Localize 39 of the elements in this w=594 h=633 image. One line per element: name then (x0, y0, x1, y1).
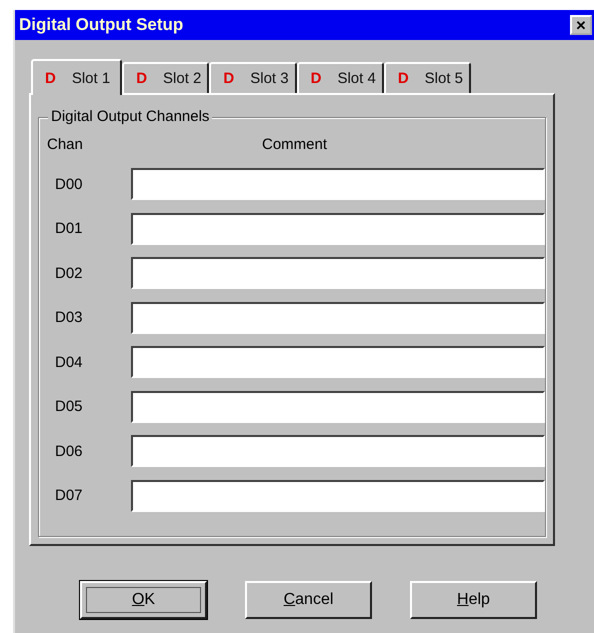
tab-label: Slot 3 (250, 70, 289, 87)
tab[interactable]: D Slot 3 (209, 62, 297, 93)
tab-label: Slot 2 (163, 70, 202, 87)
tab-label: Slot 5 (424, 70, 464, 87)
comment-field[interactable] (131, 168, 545, 200)
channel-label: D07 (54, 487, 84, 504)
tab[interactable]: D Slot 5 (384, 62, 472, 93)
column-header: Chan (47, 136, 84, 155)
window-title: Digital Output Setup (19, 15, 184, 35)
comment-field[interactable] (131, 480, 545, 512)
dialog-button[interactable]: OK (80, 581, 207, 619)
tab-label: Slot 4 (337, 70, 376, 87)
comment-field[interactable] (131, 302, 545, 334)
comment-field[interactable] (131, 435, 545, 468)
badge-icon: D (136, 70, 148, 87)
dialog-button[interactable]: Help (410, 581, 537, 619)
badge-icon: D (398, 70, 409, 87)
group-title: Digital Output Channels (48, 108, 212, 125)
channel-label: D02 (54, 264, 84, 282)
badge-icon: D (223, 70, 234, 87)
comment-field[interactable] (131, 390, 545, 423)
comment-field[interactable] (131, 346, 545, 378)
tab[interactable]: D Slot 2 (122, 62, 210, 93)
badge-icon: D (45, 70, 56, 86)
channel-label: D04 (54, 354, 84, 371)
channel-label: D06 (54, 442, 84, 460)
channel-label: D01 (54, 220, 84, 238)
channel-label: D05 (54, 398, 84, 416)
comment-field[interactable] (131, 212, 545, 245)
channel-label: D03 (54, 309, 84, 326)
comment-field[interactable] (131, 257, 545, 290)
close-button[interactable]: ✕ (570, 15, 592, 35)
column-header: Comment (262, 136, 328, 155)
badge-icon: D (310, 70, 322, 87)
channel-label: D00 (54, 176, 84, 193)
tab[interactable]: D Slot 4 (296, 62, 384, 93)
dialog-button[interactable]: Cancel (245, 581, 372, 619)
tab[interactable]: D Slot 1 (31, 59, 122, 95)
tab-label: Slot 1 (72, 70, 110, 86)
